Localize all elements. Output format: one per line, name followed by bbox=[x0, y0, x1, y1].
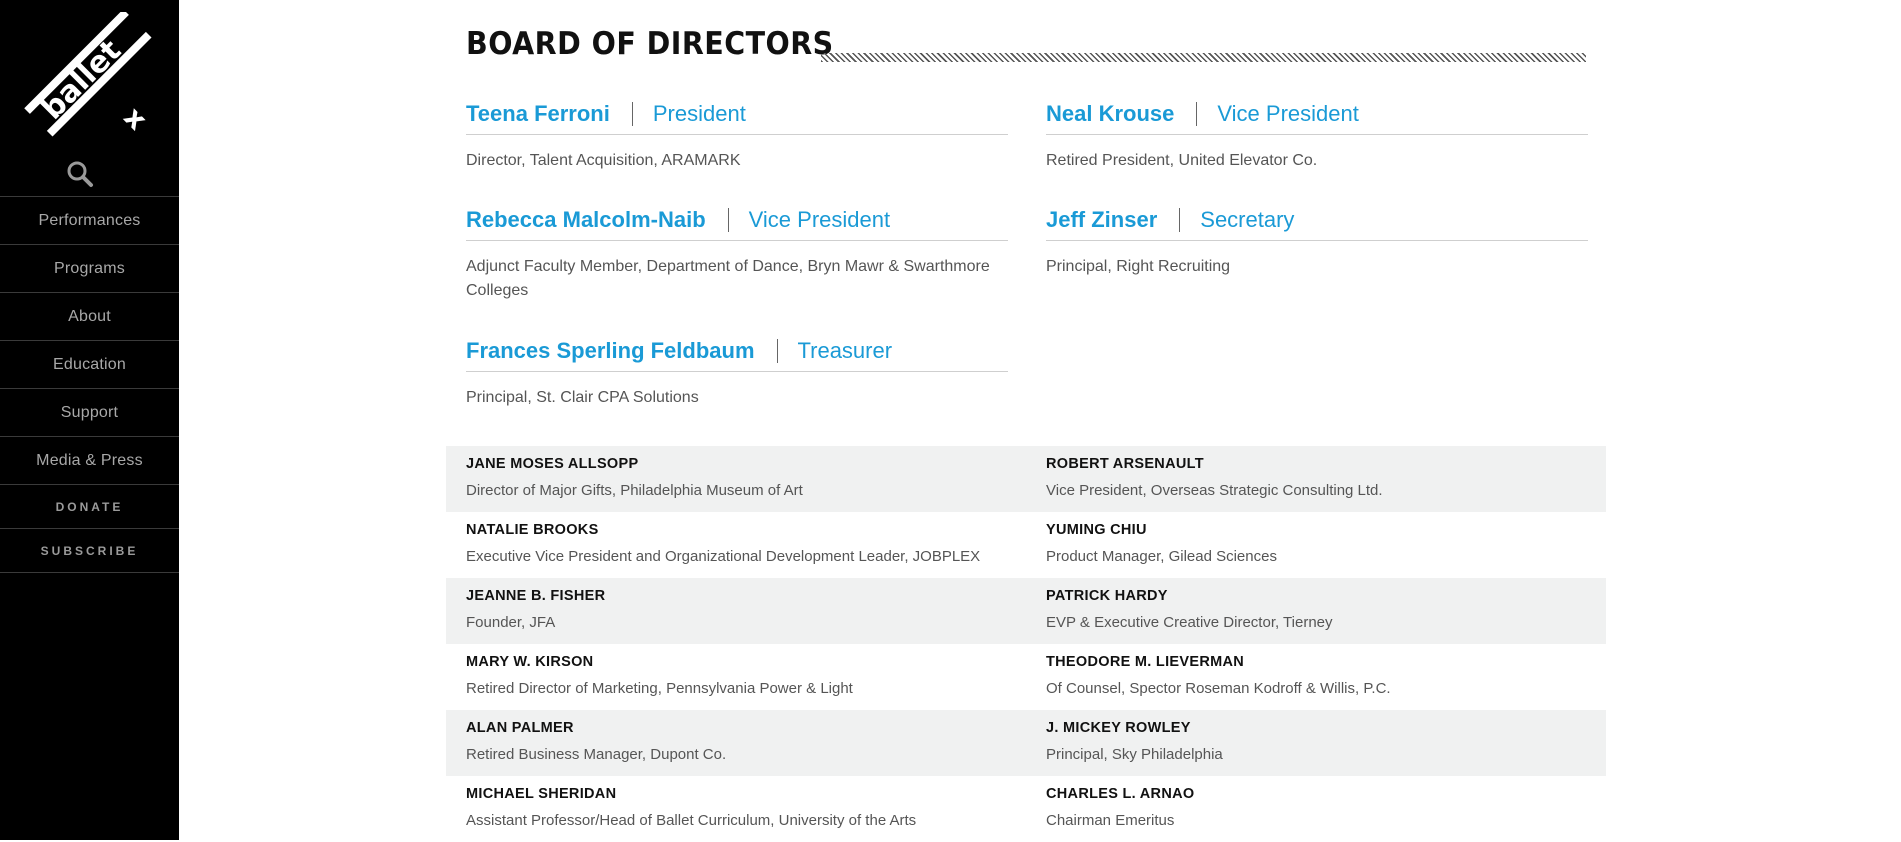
sidebar: ballet x Performances Programs About Edu… bbox=[0, 0, 179, 840]
member-cell: JANE MOSES ALLSOPP Director of Major Gif… bbox=[466, 454, 803, 501]
member-description: Chairman Emeritus bbox=[1046, 812, 1175, 829]
member-description: Founder, JFA bbox=[466, 614, 556, 631]
member-cell: ROBERT ARSENAULT Vice President, Oversea… bbox=[1046, 454, 1383, 501]
officer-role: Vice President bbox=[748, 207, 891, 232]
logo-x: x bbox=[117, 100, 153, 136]
officer-card: Rebecca Malcolm-Naib Vice President Adju… bbox=[466, 200, 1008, 303]
member-description: Vice President, Overseas Strategic Consu… bbox=[1046, 482, 1383, 499]
nav-label: Education bbox=[53, 355, 126, 373]
nav-label: Performances bbox=[38, 211, 141, 229]
member-cell: MICHAEL SHERIDAN Assistant Professor/Hea… bbox=[466, 784, 916, 831]
officer-heading: Teena Ferroni President bbox=[466, 94, 1008, 135]
title-separator bbox=[1196, 102, 1198, 126]
title-separator bbox=[776, 339, 778, 363]
officer-role: President bbox=[652, 101, 746, 126]
table-row: MICHAEL SHERIDAN Assistant Professor/Hea… bbox=[446, 776, 1606, 842]
member-description: Of Counsel, Spector Roseman Kodroff & Wi… bbox=[1046, 680, 1391, 697]
table-row: NATALIE BROOKS Executive Vice President … bbox=[446, 512, 1606, 578]
member-cell: MARY W. KIRSON Retired Director of Marke… bbox=[466, 652, 853, 699]
nav-divider bbox=[0, 572, 179, 573]
officer-description: Principal, St. Clair CPA Solutions bbox=[466, 389, 699, 406]
member-cell: CHARLES L. ARNAO Chairman Emeritus bbox=[1046, 784, 1194, 831]
officer-description: Adjunct Faculty Member, Department of Da… bbox=[466, 258, 990, 299]
member-name: PATRICK HARDY bbox=[1046, 588, 1168, 604]
officer-card: Neal Krouse Vice President Retired Presi… bbox=[1046, 94, 1588, 173]
officer-card: Frances Sperling Feldbaum Treasurer Prin… bbox=[466, 331, 1008, 410]
officer-card: Teena Ferroni President Director, Talent… bbox=[466, 94, 1008, 173]
nav-label: Media & Press bbox=[36, 451, 143, 469]
nav-label: SUBSCRIBE bbox=[40, 543, 139, 558]
officer-description: Principal, Right Recruiting bbox=[1046, 258, 1231, 275]
member-name: THEODORE M. LIEVERMAN bbox=[1046, 654, 1245, 670]
member-description: Retired Business Manager, Dupont Co. bbox=[466, 746, 727, 763]
member-description: Assistant Professor/Head of Ballet Curri… bbox=[466, 812, 917, 829]
title-separator bbox=[1179, 208, 1181, 232]
member-description: Executive Vice President and Organizatio… bbox=[466, 548, 981, 565]
member-description: Principal, Sky Philadelphia bbox=[1046, 746, 1223, 763]
nav-label: DONATE bbox=[55, 499, 124, 514]
officer-name[interactable]: Teena Ferroni bbox=[466, 101, 610, 127]
nav-donate[interactable]: DONATE bbox=[0, 484, 179, 528]
board-members-list: JANE MOSES ALLSOPP Director of Major Gif… bbox=[446, 446, 1606, 842]
member-name: JANE MOSES ALLSOPP bbox=[466, 456, 639, 472]
officer-description: Retired President, United Elevator Co. bbox=[1046, 152, 1318, 169]
officer-heading: Jeff Zinser Secretary bbox=[1046, 200, 1588, 241]
nav-subscribe[interactable]: SUBSCRIBE bbox=[0, 528, 179, 572]
member-cell: JEANNE B. FISHER Founder, JFA bbox=[466, 586, 605, 633]
nav-about[interactable]: About bbox=[0, 292, 179, 340]
member-name: JEANNE B. FISHER bbox=[466, 588, 606, 604]
member-name: ROBERT ARSENAULT bbox=[1046, 456, 1204, 472]
table-row: JANE MOSES ALLSOPP Director of Major Gif… bbox=[446, 446, 1606, 512]
title-separator bbox=[727, 208, 729, 232]
member-cell: J. MICKEY ROWLEY Principal, Sky Philadel… bbox=[1046, 718, 1223, 765]
member-name: YUMING CHIU bbox=[1046, 522, 1147, 538]
nav-label: About bbox=[68, 307, 111, 325]
title-separator bbox=[631, 102, 633, 126]
balletx-logo[interactable]: ballet x bbox=[20, 12, 160, 138]
nav-programs[interactable]: Programs bbox=[0, 244, 179, 292]
member-description: Director of Major Gifts, Philadelphia Mu… bbox=[466, 482, 803, 499]
table-row: JEANNE B. FISHER Founder, JFA PATRICK HA… bbox=[446, 578, 1606, 644]
member-name: CHARLES L. ARNAO bbox=[1046, 786, 1195, 802]
member-name: NATALIE BROOKS bbox=[466, 522, 599, 538]
member-cell: PATRICK HARDY EVP & Executive Creative D… bbox=[1046, 586, 1333, 633]
search-icon[interactable] bbox=[66, 160, 94, 188]
officer-name[interactable]: Jeff Zinser bbox=[1046, 207, 1157, 233]
member-name: MARY W. KIRSON bbox=[466, 654, 594, 670]
member-description: Retired Director of Marketing, Pennsylva… bbox=[466, 680, 853, 697]
member-name: MICHAEL SHERIDAN bbox=[466, 786, 617, 802]
sidebar-nav: Performances Programs About Education Su… bbox=[0, 196, 179, 573]
officer-name[interactable]: Rebecca Malcolm-Naib bbox=[466, 207, 706, 233]
officer-heading: Frances Sperling Feldbaum Treasurer bbox=[466, 331, 1008, 372]
member-description: Product Manager, Gilead Sciences bbox=[1046, 548, 1277, 565]
officer-role: Secretary bbox=[1200, 207, 1295, 232]
nav-education[interactable]: Education bbox=[0, 340, 179, 388]
officer-card: Jeff Zinser Secretary Principal, Right R… bbox=[1046, 200, 1588, 279]
officer-role: Vice President bbox=[1217, 101, 1359, 126]
member-name: J. MICKEY ROWLEY bbox=[1046, 720, 1191, 736]
officer-heading: Neal Krouse Vice President bbox=[1046, 94, 1588, 135]
officer-heading: Rebecca Malcolm-Naib Vice President bbox=[466, 200, 1008, 241]
nav-performances[interactable]: Performances bbox=[0, 196, 179, 244]
nav-label: Support bbox=[60, 403, 119, 421]
member-cell: ALAN PALMER Retired Business Manager, Du… bbox=[466, 718, 726, 765]
member-description: EVP & Executive Creative Director, Tiern… bbox=[1046, 614, 1333, 631]
officer-description: Director, Talent Acquisition, ARAMARK bbox=[466, 152, 741, 169]
member-name: ALAN PALMER bbox=[466, 720, 574, 736]
table-row: ALAN PALMER Retired Business Manager, Du… bbox=[446, 710, 1606, 776]
member-cell: YUMING CHIU Product Manager, Gilead Scie… bbox=[1046, 520, 1277, 567]
table-row: MARY W. KIRSON Retired Director of Marke… bbox=[446, 644, 1606, 710]
title-row: BOARD OF DIRECTORS bbox=[466, 26, 1586, 70]
logo-wordmark: ballet bbox=[35, 33, 128, 126]
officer-name[interactable]: Neal Krouse bbox=[1046, 101, 1174, 127]
title-hatch-rule bbox=[821, 53, 1586, 62]
member-cell: NATALIE BROOKS Executive Vice President … bbox=[466, 520, 980, 567]
nav-media-press[interactable]: Media & Press bbox=[0, 436, 179, 484]
nav-support[interactable]: Support bbox=[0, 388, 179, 436]
officer-name[interactable]: Frances Sperling Feldbaum bbox=[466, 338, 755, 364]
member-cell: THEODORE M. LIEVERMAN Of Counsel, Specto… bbox=[1046, 652, 1391, 699]
officer-role: Treasurer bbox=[797, 338, 893, 363]
nav-label: Programs bbox=[54, 259, 125, 277]
page-title: BOARD OF DIRECTORS bbox=[466, 26, 834, 62]
